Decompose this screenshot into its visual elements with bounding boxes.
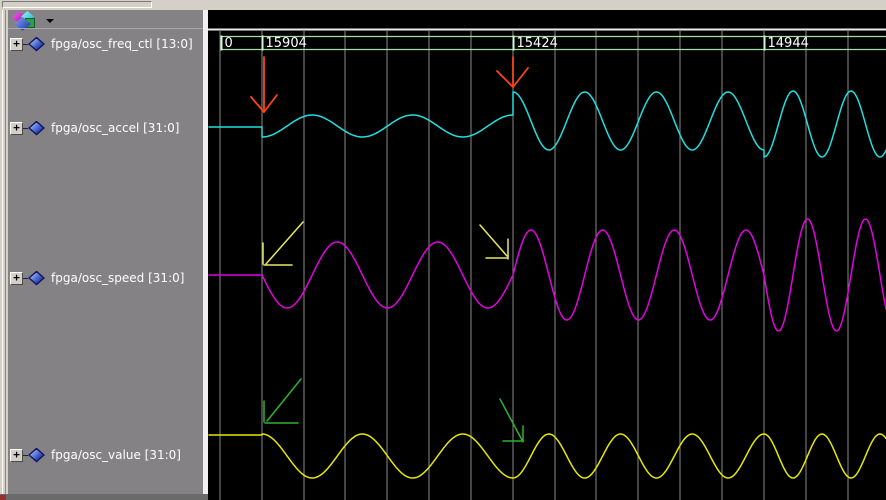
- signal-diamond-icon: [28, 447, 45, 463]
- wave-osc-value[interactable]: [208, 433, 886, 479]
- tree-connector: [23, 127, 28, 129]
- bus-value-label: 14944: [768, 36, 809, 51]
- dropdown-arrow-icon[interactable]: [46, 19, 54, 23]
- signal-row-osc-freq-ctl[interactable]: + fpga/osc_freq_ctl [13:0]: [10, 35, 193, 53]
- tree-connector: [23, 454, 28, 456]
- toolbar-inset-panel: [2, 1, 152, 8]
- red-down-arrow-2-icon: [496, 56, 529, 88]
- top-toolbar-strip: [0, 0, 886, 10]
- panel-header-divider: [8, 28, 203, 29]
- bus-value-label: 0: [225, 36, 233, 51]
- expand-button[interactable]: +: [10, 448, 23, 462]
- expand-button[interactable]: +: [10, 271, 23, 285]
- signal-row-osc-value[interactable]: + fpga/osc_value [31:0]: [10, 446, 181, 464]
- window-left-frame: [0, 10, 8, 500]
- red-down-arrow-1-icon: [250, 56, 278, 113]
- signal-diamond-icon: [28, 36, 45, 52]
- green-downright-arrow-icon: [499, 398, 524, 443]
- bottom-scroll-strip[interactable]: [0, 494, 208, 500]
- bus-value-label: 15424: [517, 36, 558, 51]
- signal-label: fpga/osc_accel [31:0]: [51, 121, 180, 135]
- bus-waveform-osc-freq-ctl[interactable]: 0 15904 15424 14944: [220, 35, 886, 52]
- frame-highlight-line: [2, 10, 3, 500]
- timeline-gridlines: [219, 31, 849, 500]
- signal-name-panel: + fpga/osc_freq_ctl [13:0] + fpga/osc_ac…: [8, 10, 203, 494]
- green-downleft-arrow-icon: [263, 378, 302, 424]
- frame-shadow-line: [5, 10, 6, 500]
- yellow-downright-arrow-icon: [479, 224, 509, 260]
- wave-osc-speed[interactable]: [208, 218, 886, 332]
- signal-row-osc-accel[interactable]: + fpga/osc_accel [31:0]: [10, 119, 179, 137]
- signal-label: fpga/osc_value [31:0]: [51, 448, 181, 462]
- expand-button[interactable]: +: [10, 37, 23, 51]
- tree-connector: [23, 277, 28, 279]
- waveform-viewer-window: { "sidebar": { "expand_glyph": "+", "sig…: [0, 0, 886, 500]
- yellow-downleft-arrow-icon: [262, 221, 304, 266]
- signal-row-osc-speed[interactable]: + fpga/osc_speed [31:0]: [10, 269, 184, 287]
- signal-label: fpga/osc_freq_ctl [13:0]: [51, 37, 193, 51]
- signal-diamond-icon: [28, 120, 45, 136]
- waveform-svg[interactable]: 0 15904 15424 14944: [208, 10, 886, 500]
- signal-diamond-icon: [28, 270, 45, 286]
- tree-connector: [23, 43, 28, 45]
- bottom-corner-mark: [0, 495, 6, 500]
- bus-value-label: 15904: [266, 36, 307, 51]
- signal-label: fpga/osc_speed [31:0]: [51, 271, 185, 285]
- expand-button[interactable]: +: [10, 121, 23, 135]
- waveform-canvas[interactable]: 0 15904 15424 14944: [208, 10, 886, 500]
- wave-osc-accel[interactable]: [208, 90, 886, 158]
